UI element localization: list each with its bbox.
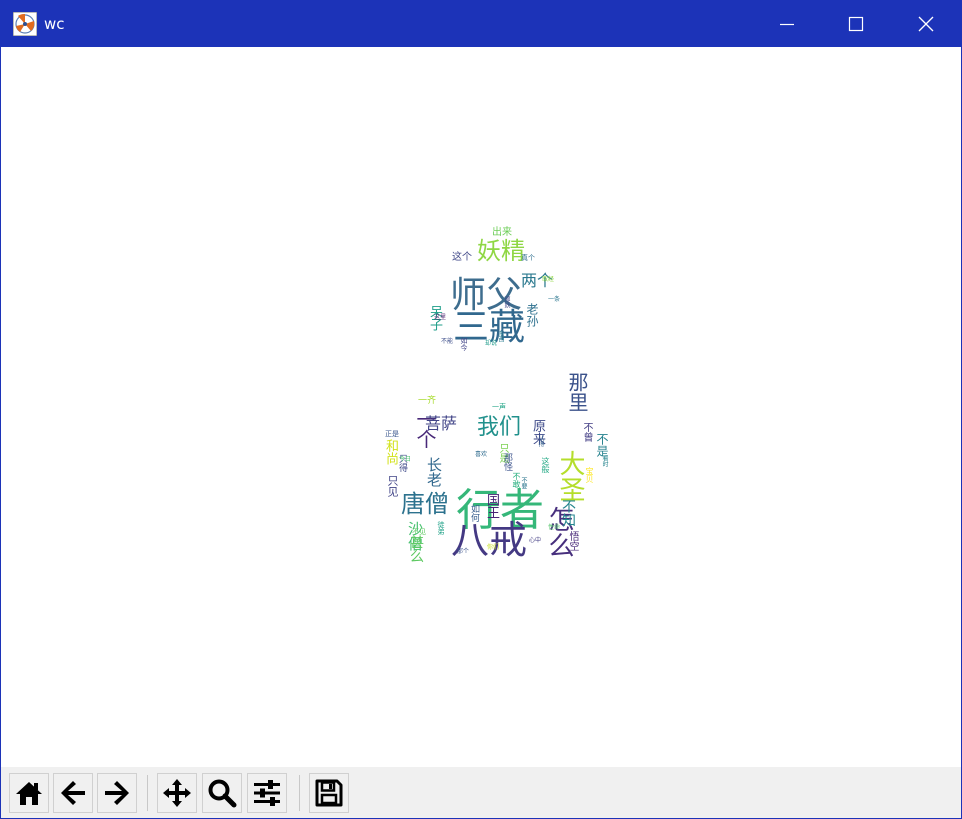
word-cloud-word: 老孙 xyxy=(525,303,539,327)
word-cloud-word: 妖精 xyxy=(477,237,525,265)
window-title: wc xyxy=(44,15,65,33)
title-bar[interactable]: wc xyxy=(1,1,961,47)
arrow-right-icon xyxy=(105,781,129,805)
word-cloud-word: 不能 xyxy=(441,338,454,345)
arrow-left-icon xyxy=(61,781,85,805)
word-cloud-word: 一齐 xyxy=(418,396,437,406)
back-button[interactable] xyxy=(53,773,93,813)
word-cloud-word: 甚么 xyxy=(408,535,424,563)
toolbar-separator xyxy=(299,775,300,811)
toolbar-separator xyxy=(147,775,148,811)
home-icon xyxy=(16,782,42,805)
word-cloud-word: 悟空 xyxy=(567,531,578,551)
word-cloud-word: 那里 xyxy=(565,372,589,412)
word-cloud-word: 徒弟 xyxy=(437,521,445,535)
word-cloud-word: 看时 xyxy=(601,455,608,467)
word-cloud-word: 菩萨 xyxy=(425,414,458,433)
floppy-disk-icon xyxy=(315,779,343,807)
word-cloud-word: 性命 xyxy=(548,524,561,531)
word-cloud-word: 如今 xyxy=(460,337,468,351)
word-cloud-word: 大圣 xyxy=(555,450,585,502)
word-cloud-word: 只见 xyxy=(386,475,399,497)
maximize-button[interactable] xyxy=(833,1,879,47)
move-icon xyxy=(163,779,191,807)
zoom-button[interactable] xyxy=(202,773,242,813)
app-logo-icon xyxy=(13,12,37,36)
word-cloud-word: 却说 xyxy=(485,340,498,347)
word-cloud-word: 不敢 xyxy=(512,472,521,488)
minimize-button[interactable] xyxy=(764,1,810,47)
word-cloud-word: 一声 xyxy=(492,403,506,411)
word-cloud-word: 我们 xyxy=(477,415,522,440)
word-cloud-word: 喜欢 xyxy=(475,451,488,458)
home-button[interactable] xyxy=(9,773,49,813)
word-cloud-word: 不要 xyxy=(520,477,527,489)
word-cloud-word: 这个 xyxy=(452,252,472,263)
word-cloud-word: 不知 xyxy=(560,499,576,527)
word-cloud-word: 不曾 xyxy=(581,422,592,442)
figure-canvas[interactable]: 行者 师父 三藏 八戒 大圣 唐僧 妖精 我们 怎么 那里 一个 菩萨 两个 沙僧 长老 和尚 国王 不知 原来 不是… xyxy=(1,47,961,767)
word-cloud-word: 那个 xyxy=(457,548,470,555)
sliders-icon xyxy=(254,780,280,806)
app-window: wc 行者 师父 三藏 八戒 大圣 唐僧 妖精 我们 怎么 那里 一个 菩萨 两个 沙僧 长老 和尚 国王 不知原… xyxy=(0,0,962,819)
word-cloud-word: 宝贝 xyxy=(585,467,594,483)
word-cloud-word: 这里 xyxy=(434,314,447,321)
forward-button[interactable] xyxy=(97,773,137,813)
word-cloud-word: 那妖 xyxy=(503,296,510,308)
word-cloud-word: 东西 xyxy=(497,330,504,342)
word-cloud-word: 那怪 xyxy=(502,453,512,471)
word-cloud-word: 你们 xyxy=(487,544,500,551)
close-icon xyxy=(918,16,934,32)
word-cloud-word: 如何 xyxy=(469,504,479,522)
word-cloud-word: 和尚 xyxy=(383,439,398,465)
word-cloud-word: 正是 xyxy=(385,430,399,438)
minimize-icon xyxy=(780,23,794,26)
maximize-icon xyxy=(848,16,864,32)
word-cloud-word: 一条 xyxy=(548,296,561,303)
word-cloud-word: 唐僧 xyxy=(401,490,449,518)
word-cloud-word: 这般 xyxy=(541,457,550,473)
word-cloud-word: 真个 xyxy=(521,254,535,262)
word-cloud-word: 心中 xyxy=(529,537,542,544)
word-cloud-word: 出来 xyxy=(492,227,512,238)
pan-button[interactable] xyxy=(157,773,197,813)
configure-subplots-button[interactable] xyxy=(247,773,287,813)
word-cloud-word: 国王 xyxy=(484,493,499,519)
word-cloud-word: 认得 xyxy=(537,435,544,447)
save-button[interactable] xyxy=(309,773,349,813)
word-cloud-word: 今日 xyxy=(399,456,412,463)
magnifier-icon xyxy=(208,779,237,808)
navigation-toolbar xyxy=(1,767,961,818)
word-cloud-word: 取经 xyxy=(542,276,555,283)
close-button[interactable] xyxy=(903,1,949,47)
word-cloud-word: 不是 xyxy=(595,433,609,457)
word-cloud-word: 不见 xyxy=(412,528,426,536)
word-cloud-word: 长老 xyxy=(425,457,443,487)
